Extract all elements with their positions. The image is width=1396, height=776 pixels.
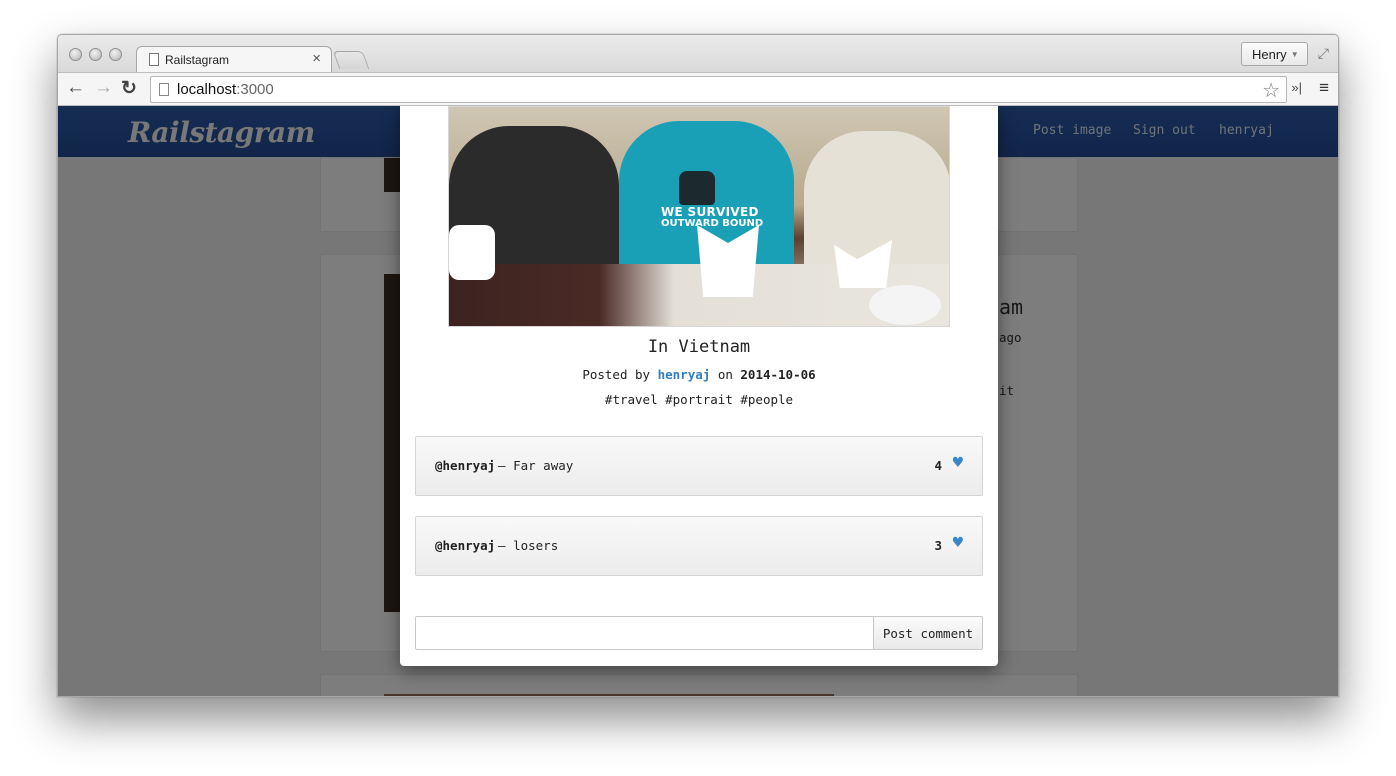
comment-user[interactable]: @henryaj — [435, 538, 495, 553]
post-date: 2014-10-06 — [740, 367, 816, 382]
post-photo: WE SURVIVED OUTWARD BOUND — [448, 106, 950, 327]
photo-shirt-text: OUTWARD BOUND — [661, 218, 764, 229]
comment-like-count: 4 — [934, 458, 942, 473]
close-window-button[interactable] — [69, 48, 82, 61]
comment-item: @henryaj — losers 3 ♥ — [415, 516, 983, 576]
page-icon — [149, 53, 159, 66]
comment-text: — losers — [498, 538, 559, 553]
menu-icon[interactable]: ≡ — [1319, 78, 1329, 98]
image-modal: WE SURVIVED OUTWARD BOUND In Vietnam Pos… — [400, 106, 998, 666]
tab-strip: Railstagram × Henry ▼ ⤢ — [58, 35, 1338, 73]
tab-title: Railstagram — [165, 53, 230, 67]
profile-name: Henry — [1252, 47, 1287, 62]
browser-toolbar: ← → ↻ localhost:3000 ☆ »| ≡ — [58, 72, 1338, 106]
heart-icon[interactable]: ♥ — [953, 533, 963, 553]
heart-icon[interactable]: ♥ — [953, 453, 963, 473]
reload-icon[interactable]: ↻ — [121, 77, 137, 100]
bookmark-star-icon[interactable]: ☆ — [1262, 78, 1280, 103]
tab-railstagram[interactable]: Railstagram × — [136, 46, 332, 73]
post-author-link[interactable]: henryaj — [658, 367, 711, 382]
browser-window: Railstagram × Henry ▼ ⤢ ← → ↻ localhost:3… — [57, 34, 1339, 697]
comment-text: — Far away — [498, 458, 574, 473]
zoom-window-button[interactable] — [109, 48, 122, 61]
page-viewport: Railstagram Post image Sign out henryaj … — [58, 106, 1338, 696]
post-tags[interactable]: #travel #portrait #people — [400, 392, 998, 407]
new-tab-button[interactable] — [332, 51, 370, 69]
post-comment-button[interactable]: Post comment — [873, 616, 983, 650]
extensions-overflow-icon[interactable]: »| — [1291, 80, 1302, 95]
forward-arrow-icon[interactable]: → — [94, 77, 113, 99]
page-icon — [159, 83, 169, 96]
comment-input[interactable] — [415, 616, 874, 650]
minimize-window-button[interactable] — [89, 48, 102, 61]
post-caption: In Vietnam — [647, 337, 751, 357]
comment-like-count: 3 — [934, 538, 942, 553]
chevron-down-icon: ▼ — [1290, 50, 1299, 59]
comment-user[interactable]: @henryaj — [435, 458, 495, 473]
fullscreen-icon[interactable]: ⤢ — [1318, 45, 1329, 62]
photo-shirt-text: WE SURVIVED — [661, 205, 759, 219]
comment-item: @henryaj — Far away 4 ♥ — [415, 436, 983, 496]
address-bar[interactable]: localhost:3000 ☆ — [150, 76, 1287, 103]
tab-close-icon[interactable]: × — [312, 50, 321, 67]
profile-button[interactable]: Henry ▼ — [1241, 42, 1308, 66]
post-meta: Posted by henryaj on 2014-10-06 — [582, 367, 816, 382]
url-text[interactable]: localhost:3000 — [177, 81, 274, 98]
back-arrow-icon[interactable]: ← — [66, 77, 85, 99]
